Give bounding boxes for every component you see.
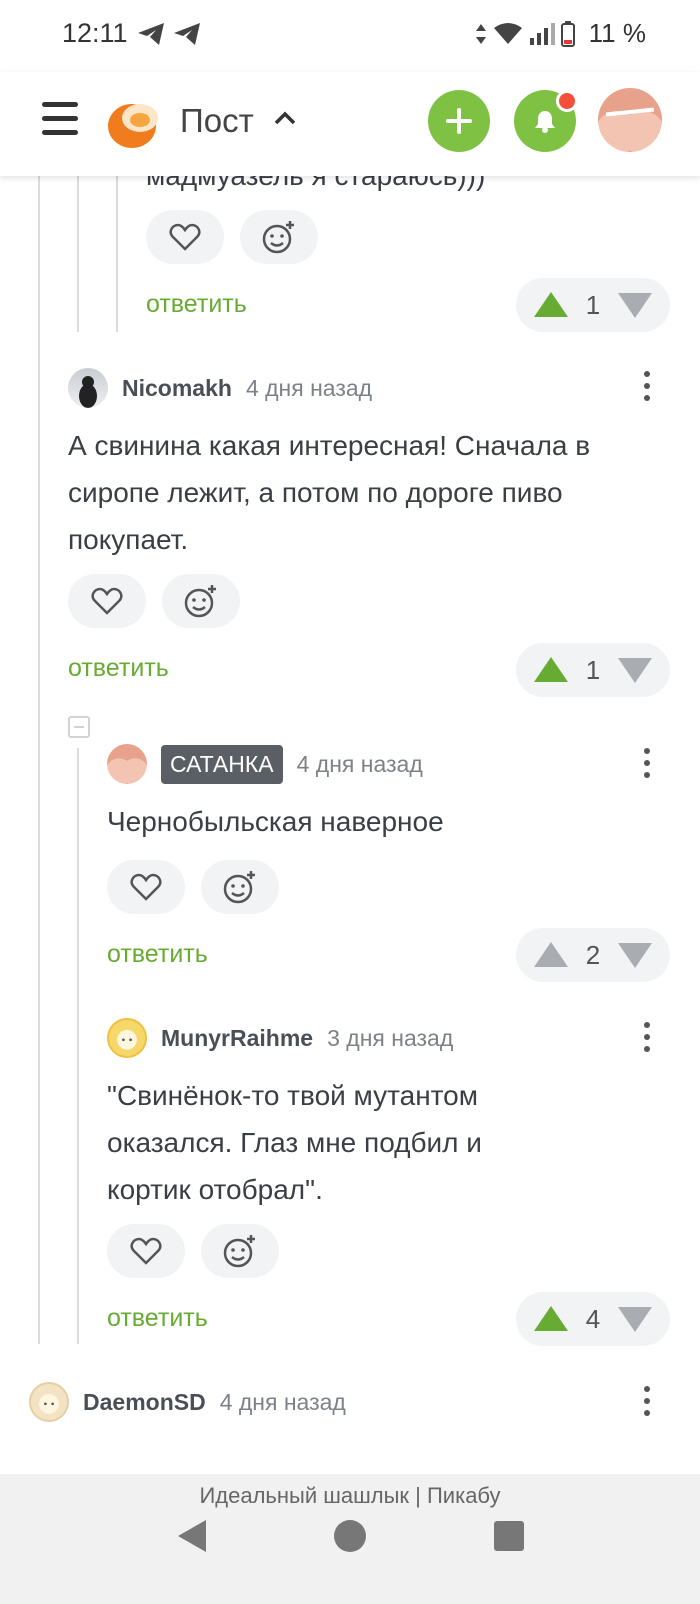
signal-icon: [529, 22, 555, 45]
reaction-button[interactable]: [201, 860, 279, 914]
add-emoji-icon: [184, 585, 216, 618]
reaction-button[interactable]: [240, 210, 318, 264]
add-emoji-icon: [223, 871, 255, 904]
user-avatar[interactable]: [598, 88, 662, 152]
thread-line[interactable]: [116, 176, 118, 332]
avatar[interactable]: [107, 1018, 147, 1058]
bell-icon: [535, 111, 555, 133]
like-button[interactable]: [107, 860, 185, 914]
notification-dot: [556, 90, 578, 112]
comment-time[interactable]: 4 дня назад: [297, 751, 423, 778]
add-post-button[interactable]: [428, 90, 490, 152]
avatar[interactable]: [29, 1382, 69, 1422]
reply-link[interactable]: ответить: [107, 1304, 208, 1333]
comment-header: MunyrRaihme 3 дня назад: [107, 1018, 453, 1058]
plus-icon: [446, 108, 472, 134]
status-time: 12:11: [62, 18, 128, 48]
home-icon[interactable]: [334, 1520, 366, 1552]
thread-line[interactable]: [38, 176, 40, 1344]
comment-header: САТАНКА 4 дня назад: [107, 744, 423, 784]
comment-text: А свинина какая интересная! Сначала в си…: [68, 430, 591, 555]
reply-link[interactable]: ответить: [68, 654, 169, 683]
notifications-button[interactable]: [514, 90, 578, 152]
like-button[interactable]: [146, 210, 224, 264]
like-button[interactable]: [107, 1224, 185, 1278]
comment-author[interactable]: Nicomakh: [122, 375, 232, 402]
avatar[interactable]: [107, 744, 147, 784]
add-emoji-icon: [223, 1235, 255, 1268]
collapse-thread-button[interactable]: [68, 716, 90, 738]
comment-text: мадмуазель я стараюсь))): [146, 176, 485, 199]
more-options-icon[interactable]: [643, 748, 651, 782]
comment-text: Чернобыльская наверное: [107, 806, 444, 837]
telegram-icon: [138, 23, 164, 45]
thread-line[interactable]: [77, 748, 79, 1344]
status-system-icons: 11 %: [475, 18, 646, 49]
heart-icon: [130, 873, 162, 901]
battery-percent: 11 %: [588, 18, 646, 48]
comment-author[interactable]: MunyrRaihme: [161, 1025, 313, 1052]
comment-time[interactable]: 4 дня назад: [246, 375, 372, 402]
vote-widget: 1: [516, 643, 670, 697]
add-emoji-icon: [262, 221, 294, 254]
thread-line[interactable]: [77, 176, 79, 332]
battery-low-icon: [560, 20, 575, 47]
pikabu-logo[interactable]: [106, 94, 162, 150]
chevron-up-icon[interactable]: [274, 110, 296, 126]
comment-text: "Свинёнок-то твой мутантом оказался. Гла…: [107, 1080, 482, 1205]
avatar[interactable]: [68, 368, 108, 408]
vote-widget: 1: [516, 278, 670, 332]
comment-author[interactable]: САТАНКА: [161, 744, 283, 784]
reaction-button[interactable]: [162, 574, 240, 628]
status-bar: 12:11 11 %: [0, 0, 700, 72]
downvote-arrow-icon[interactable]: [618, 1307, 652, 1332]
heart-icon: [169, 223, 201, 251]
vote-widget: 4: [516, 1292, 670, 1346]
reaction-button[interactable]: [201, 1224, 279, 1278]
status-notification-icons: [136, 20, 202, 48]
page-title[interactable]: Пост: [180, 102, 254, 140]
vote-widget: 2: [516, 928, 670, 982]
comment-time[interactable]: 4 дня назад: [220, 1389, 346, 1416]
telegram-icon: [174, 23, 200, 45]
data-arrows-icon: [475, 23, 486, 44]
back-icon[interactable]: [174, 1518, 210, 1554]
more-options-icon[interactable]: [643, 1386, 651, 1420]
comment-header: DaemonSD 4 дня назад: [29, 1382, 346, 1422]
app-header: Пост: [0, 72, 700, 176]
downvote-arrow-icon[interactable]: [618, 943, 652, 968]
system-navigation-bar: [0, 1518, 700, 1604]
comments-list: мадмуазель я стараюсь))) ответить 1 Nico…: [0, 176, 700, 1474]
menu-icon[interactable]: [42, 102, 78, 138]
like-button[interactable]: [68, 574, 146, 628]
recent-apps-icon[interactable]: [494, 1521, 524, 1551]
more-options-icon[interactable]: [643, 371, 651, 405]
downvote-arrow-icon[interactable]: [618, 293, 652, 318]
downvote-arrow-icon[interactable]: [618, 658, 652, 683]
reply-link[interactable]: ответить: [107, 940, 208, 969]
heart-icon: [91, 587, 123, 615]
more-options-icon[interactable]: [643, 1022, 651, 1056]
reply-link[interactable]: ответить: [146, 290, 247, 319]
wifi-icon: [493, 22, 522, 44]
heart-icon: [130, 1237, 162, 1265]
browser-page-title: Идеальный шашлык | Пикабу: [0, 1474, 700, 1518]
comment-time[interactable]: 3 дня назад: [327, 1025, 453, 1052]
comment-header: Nicomakh 4 дня назад: [68, 368, 372, 408]
comment-author[interactable]: DaemonSD: [83, 1389, 206, 1416]
